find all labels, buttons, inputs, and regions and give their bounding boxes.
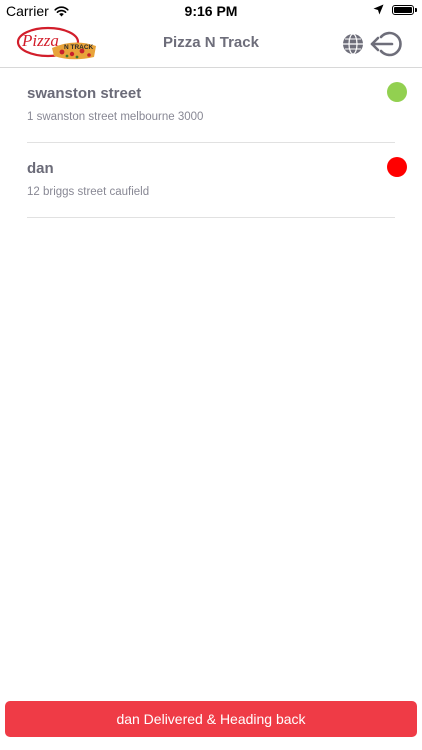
order-address: 12 briggs street caufield <box>27 186 150 198</box>
logout-icon[interactable] <box>370 30 404 58</box>
navigation-bar: Pizza N TRACK Pizza N Track <box>0 22 422 68</box>
battery-icon <box>392 4 417 15</box>
order-row[interactable]: dan 12 briggs street caufield <box>27 143 407 218</box>
delivered-heading-back-button[interactable]: dan Delivered & Heading back <box>5 701 417 737</box>
status-dot <box>387 82 407 102</box>
status-dot <box>387 157 407 177</box>
order-address: 1 swanston street melbourne 3000 <box>27 111 204 123</box>
status-right <box>373 4 417 15</box>
status-time: 9:16 PM <box>184 3 238 19</box>
order-row[interactable]: swanston street 1 swanston street melbou… <box>27 68 407 143</box>
order-name: swanston street <box>27 85 142 102</box>
orders-list: swanston street 1 swanston street melbou… <box>0 68 422 218</box>
order-name: dan <box>27 160 54 177</box>
globe-icon[interactable] <box>342 33 364 55</box>
status-bar: Carrier 9:16 PM <box>0 0 422 22</box>
location-arrow-icon <box>373 4 384 15</box>
